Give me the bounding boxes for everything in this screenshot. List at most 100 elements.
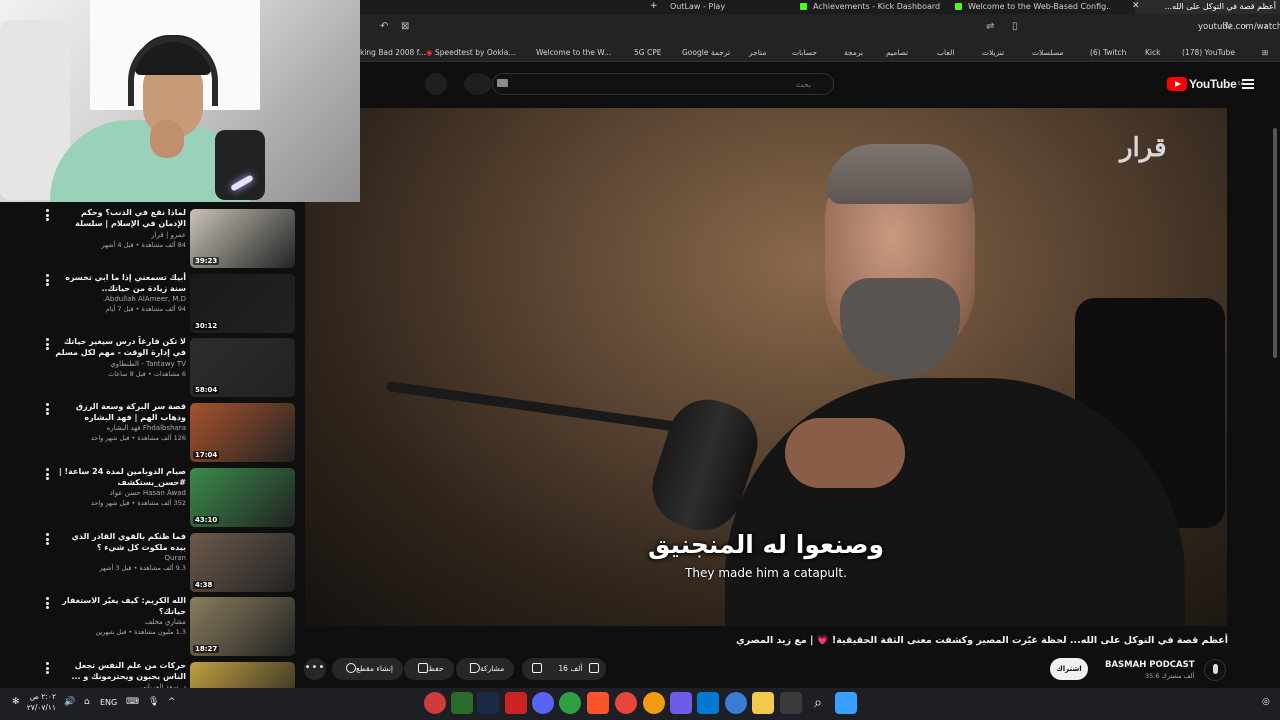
keyboard-tray-icon[interactable]: ⌨	[126, 697, 139, 707]
search-taskbar-icon[interactable]: ⌕	[807, 692, 829, 714]
video-title[interactable]: قصة سر البركة وسعة الرزق وذهاب الهم | فه…	[54, 401, 186, 423]
bookmark-item[interactable]: حسابات	[792, 48, 817, 57]
more-vert-icon[interactable]	[46, 274, 49, 286]
green-app-icon[interactable]	[451, 692, 473, 714]
bookmark-item[interactable]: برمجة	[844, 48, 863, 57]
video-title[interactable]: لماذا نقع في الذنب؟ وحكم الإدمان في الإس…	[54, 207, 186, 230]
video-title[interactable]: أبيك تسمعني إذا ما ابي تخسره سنة زيادة م…	[54, 272, 186, 294]
video-thumbnail[interactable]: 4:38	[190, 533, 295, 592]
file-explorer-icon[interactable]	[752, 692, 774, 714]
app-icon[interactable]	[670, 692, 692, 714]
channel-name[interactable]: Fhdalbshara فهد البشاره	[54, 423, 186, 433]
vscode-icon[interactable]	[697, 692, 719, 714]
channel-name[interactable]: Hasan Awad حسن عواد	[54, 488, 186, 498]
channel-name[interactable]: BASMAH PODCAST	[1105, 660, 1195, 670]
extension-icon[interactable]: ⊠	[401, 21, 409, 32]
channel-avatar[interactable]	[1204, 659, 1226, 681]
more-vert-icon[interactable]	[46, 533, 49, 545]
video-thumbnail[interactable]: 30:12	[190, 274, 295, 333]
bookmark-item[interactable]: تصاميم	[886, 48, 908, 57]
list-item[interactable]: أبيك تسمعني إذا ما ابي تخسره سنة زيادة م…	[40, 272, 296, 334]
bookmark-item[interactable]: العاب	[937, 48, 954, 57]
language-indicator[interactable]: ENG	[100, 698, 117, 707]
subscribe-button[interactable]: اشتراك	[1050, 658, 1088, 680]
bookmark-item[interactable]: (178) YouTube	[1182, 48, 1235, 57]
obs-icon[interactable]	[424, 692, 446, 714]
save-button[interactable]: حفظ	[404, 658, 454, 680]
netflix-icon[interactable]	[505, 692, 527, 714]
list-item[interactable]: الله الكريم: كيف يغيّر الاستغفار حياتك؟ م…	[40, 595, 296, 657]
more-vert-icon[interactable]	[46, 662, 49, 674]
video-thumbnail[interactable]: 39:23	[190, 209, 295, 268]
mic-tray-icon[interactable]: 🎙	[148, 697, 159, 707]
share-button[interactable]: مشاركة	[456, 658, 515, 680]
clip-button[interactable]: إنشاء مقطع	[332, 658, 404, 680]
list-item[interactable]: لماذا نقع في الذنب؟ وحكم الإدمان في الإس…	[40, 207, 296, 269]
video-title[interactable]: حركات من علم النفس تجعل الناس يحبون ويحت…	[54, 660, 186, 682]
bookmark-item[interactable]: Kick	[1145, 48, 1160, 57]
weather-icon[interactable]: ✻	[12, 697, 20, 707]
bookmark-item[interactable]: مسلسلات	[1032, 48, 1063, 57]
scroll-thumb[interactable]	[1273, 128, 1277, 358]
channel-name[interactable]: عمرو | قرار	[54, 230, 186, 240]
page-scrollbar[interactable]	[1270, 108, 1280, 688]
bookmark-item[interactable]: Google ترجمة	[682, 48, 730, 57]
like-count[interactable]: 16 ألف	[558, 664, 582, 673]
more-vert-icon[interactable]	[46, 209, 49, 221]
more-actions-button[interactable]: •••	[304, 658, 326, 680]
channel-name[interactable]: مشاري مخلف	[54, 617, 186, 627]
video-thumbnail[interactable]: 43:10	[190, 468, 295, 527]
voice-search-icon[interactable]	[425, 73, 447, 95]
search-input[interactable]	[511, 77, 811, 91]
more-vert-icon[interactable]	[46, 597, 49, 609]
list-item[interactable]: صيام الدوبامين لمدة 24 ساعة! | #حسن_يستك…	[40, 466, 296, 528]
video-title[interactable]: فما ظنكم بالقوي القادر الذي بيده ملكوت ك…	[54, 531, 186, 553]
apps-grid-icon[interactable]: ⊞	[1262, 48, 1268, 57]
video-thumbnail[interactable]: 17:04	[190, 403, 295, 462]
video-thumbnail[interactable]	[190, 662, 295, 688]
like-icon[interactable]	[588, 663, 599, 673]
bookmark-item[interactable]: تنزيلات	[982, 48, 1004, 57]
tab-youtube-active[interactable]: أعظم قصة في التوكل على الله...	[1135, 0, 1280, 14]
network-icon[interactable]: ⌂	[84, 697, 90, 707]
back-icon[interactable]: ↶	[380, 21, 388, 32]
video-title[interactable]: الله الكريم: كيف يغيّر الاستغفار حياتك؟	[54, 595, 186, 617]
new-tab-icon[interactable]: +	[650, 0, 658, 14]
channel-name[interactable]: Quran	[54, 553, 186, 563]
tab-outlaw[interactable]: OutLaw - Play	[670, 0, 820, 14]
youtube-logo[interactable]: YouTube SA	[1167, 76, 1244, 92]
show-hidden-icons[interactable]: ^	[168, 697, 176, 707]
list-item[interactable]: حركات من علم النفس تجعل الناس يحبون ويحت…	[40, 660, 296, 688]
site-settings-icon[interactable]: ⇌	[986, 21, 994, 32]
chrome-canary-icon[interactable]	[643, 692, 665, 714]
volume-icon[interactable]: 🔊	[64, 697, 75, 707]
nav-back-icon[interactable]: ‹	[1244, 21, 1248, 32]
search-icon[interactable]	[464, 73, 492, 95]
more-vert-icon[interactable]	[46, 338, 49, 350]
video-thumbnail[interactable]: 58:04	[190, 338, 295, 397]
hamburger-menu-icon[interactable]	[1242, 79, 1254, 89]
chrome-icon[interactable]	[615, 692, 637, 714]
bookmark-icon[interactable]: ▯	[1012, 21, 1018, 32]
xbox-icon[interactable]	[559, 692, 581, 714]
list-item[interactable]: قصة سر البركة وسعة الرزق وذهاب الهم | فه…	[40, 401, 296, 463]
bookmark-item[interactable]: ◉ Speedtest by Ookla...	[426, 48, 516, 57]
list-item[interactable]: فما ظنكم بالقوي القادر الذي بيده ملكوت ك…	[40, 531, 296, 593]
steam-icon[interactable]	[477, 692, 499, 714]
discord-icon[interactable]	[532, 692, 554, 714]
more-vert-icon[interactable]	[46, 468, 49, 480]
channel-name[interactable]: Tantawy TV - الطنطاوي	[54, 359, 186, 369]
bookmark-item[interactable]: (6) Twitch	[1090, 48, 1126, 57]
bookmark-item[interactable]: king Bad 2008 f...	[360, 48, 426, 57]
tab-web-config[interactable]: Welcome to the Web-Based Config...	[955, 0, 1110, 14]
tab-kick-dashboard[interactable]: Achievements - Kick Dashboard	[800, 0, 950, 14]
channel-name[interactable]: Abdullah AlAmeer, M.D.	[54, 294, 186, 304]
keyboard-icon[interactable]	[497, 79, 508, 87]
close-tab-icon[interactable]: ✕	[1132, 0, 1140, 14]
bookmark-item[interactable]: متاجر	[749, 48, 766, 57]
notification-icon[interactable]: ◎	[1262, 697, 1270, 707]
video-title[interactable]: لا تكن فارغاً درس سيغير حياتك في إدارة ا…	[54, 336, 186, 359]
task-view-icon[interactable]	[780, 692, 802, 714]
edge-icon[interactable]	[725, 692, 747, 714]
list-item[interactable]: لا تكن فارغاً درس سيغير حياتك في إدارة ا…	[40, 336, 296, 398]
